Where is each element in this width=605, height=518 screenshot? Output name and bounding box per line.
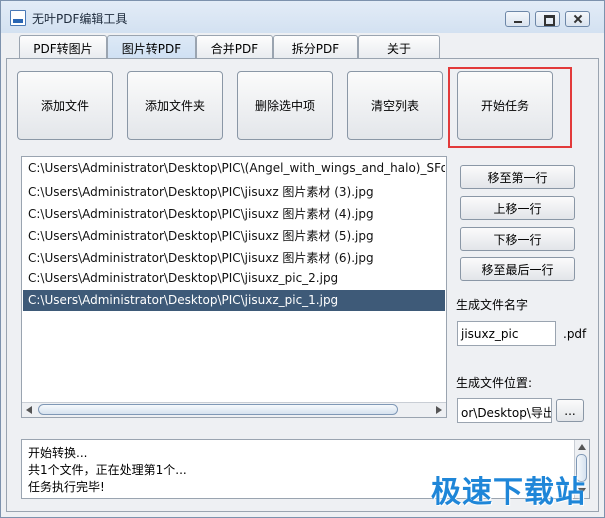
- output-name-input[interactable]: jisuxz_pic: [457, 321, 556, 346]
- move-up-button[interactable]: 上移一行: [460, 196, 575, 220]
- output-extension: .pdf: [563, 327, 587, 341]
- minimize-button[interactable]: [505, 11, 530, 27]
- tab-content-image-to-pdf: 添加文件 添加文件夹 删除选中项 清空列表 开始任务 C:\Users\Admi…: [6, 58, 599, 512]
- maximize-button[interactable]: [535, 11, 560, 27]
- file-list-item[interactable]: C:\Users\Administrator\Desktop\PIC\jisux…: [23, 246, 445, 267]
- tab-about[interactable]: 关于: [358, 35, 440, 59]
- log-line: 共1个文件，正在处理第1个...: [28, 463, 187, 477]
- tab-pdf-to-image[interactable]: PDF转图片: [19, 35, 107, 59]
- close-button[interactable]: [565, 11, 590, 27]
- browse-button[interactable]: ...: [556, 399, 584, 422]
- pdf-app-icon: [10, 10, 26, 26]
- scroll-right-icon[interactable]: [436, 406, 442, 414]
- tab-image-to-pdf[interactable]: 图片转PDF: [107, 35, 196, 59]
- move-to-top-button[interactable]: 移至第一行: [460, 165, 575, 189]
- add-file-button[interactable]: 添加文件: [17, 71, 113, 140]
- file-list-item[interactable]: C:\Users\Administrator\Desktop\PIC\jisux…: [23, 268, 445, 289]
- scrollbar-thumb[interactable]: [38, 404, 398, 415]
- tab-merge-pdf[interactable]: 合并PDF: [196, 35, 273, 59]
- file-list-item[interactable]: C:\Users\Administrator\Desktop\PIC\jisux…: [23, 224, 445, 245]
- output-location-input[interactable]: or\Desktop\导出: [457, 398, 552, 423]
- title-bar[interactable]: 无叶PDF编辑工具: [1, 1, 604, 33]
- output-name-label: 生成文件名字: [456, 298, 529, 312]
- clear-list-button[interactable]: 清空列表: [347, 71, 443, 140]
- tab-split-pdf[interactable]: 拆分PDF: [273, 35, 358, 59]
- file-list[interactable]: C:\Users\Administrator\Desktop\PIC\(Ange…: [21, 156, 447, 418]
- horizontal-scrollbar[interactable]: [22, 402, 446, 417]
- window-title: 无叶PDF编辑工具: [32, 12, 128, 26]
- scroll-left-icon[interactable]: [26, 406, 32, 414]
- file-list-item[interactable]: C:\Users\Administrator\Desktop\PIC\(Ange…: [23, 158, 445, 179]
- delete-selected-button[interactable]: 删除选中项: [237, 71, 333, 140]
- file-list-item[interactable]: C:\Users\Administrator\Desktop\PIC\jisux…: [23, 202, 445, 223]
- file-list-item-selected[interactable]: C:\Users\Administrator\Desktop\PIC\jisux…: [23, 290, 445, 311]
- add-folder-button[interactable]: 添加文件夹: [127, 71, 223, 140]
- start-task-button[interactable]: 开始任务: [457, 71, 553, 140]
- move-down-button[interactable]: 下移一行: [460, 227, 575, 251]
- log-line: 开始转换...: [28, 446, 88, 460]
- scroll-up-icon[interactable]: [578, 444, 586, 450]
- output-location-label: 生成文件位置:: [456, 376, 533, 390]
- log-line: 任务执行完毕!: [28, 480, 105, 494]
- file-list-item[interactable]: C:\Users\Administrator\Desktop\PIC\jisux…: [23, 180, 445, 201]
- move-to-bottom-button[interactable]: 移至最后一行: [460, 257, 575, 281]
- app-window: 无叶PDF编辑工具 PDF转图片 图片转PDF 合并PDF 拆分PDF 关于 添…: [0, 0, 605, 518]
- watermark-logo: 极速下载站: [431, 475, 586, 510]
